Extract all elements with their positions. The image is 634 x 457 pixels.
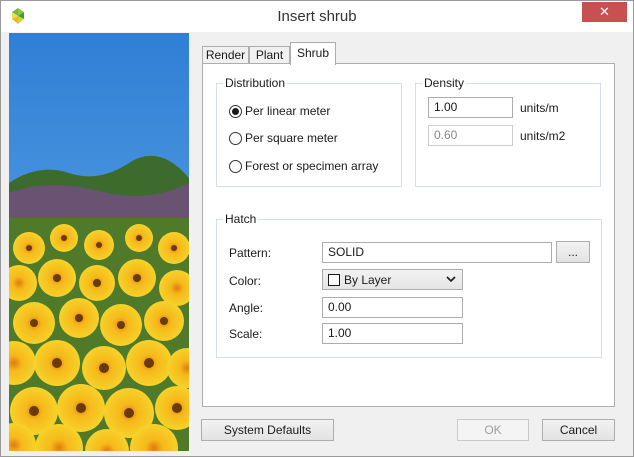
angle-label: Angle:	[229, 301, 264, 315]
close-button[interactable]: ✕	[582, 2, 627, 22]
radio-button-checked[interactable]	[229, 104, 242, 118]
shrub-preview-image	[9, 33, 189, 451]
density-group: Density 1.00 units/m 0.60 units/m2	[415, 76, 601, 187]
angle-input[interactable]: 0.00	[322, 297, 463, 318]
window-title: Insert shrub	[277, 8, 357, 25]
radio-button[interactable]	[229, 159, 242, 173]
close-icon: ✕	[599, 4, 610, 19]
density-linear-input[interactable]: 1.00	[428, 97, 513, 118]
system-defaults-button[interactable]: System Defaults	[201, 419, 334, 441]
radio-label: Forest or specimen array	[245, 159, 379, 173]
density-square-input[interactable]: 0.60	[428, 125, 513, 146]
distribution-group: Distribution Per linear meter Per square…	[216, 76, 402, 187]
density-linear-unit: units/m	[520, 101, 559, 115]
color-label: Color:	[229, 274, 262, 288]
pattern-label: Pattern:	[229, 246, 272, 260]
density-title: Density	[422, 76, 467, 90]
radio-label: Per linear meter	[245, 104, 331, 118]
color-value: By Layer	[344, 272, 392, 287]
radio-per-linear-meter[interactable]: Per linear meter	[229, 103, 330, 119]
density-square-unit: units/m2	[520, 129, 566, 143]
radio-per-square-meter[interactable]: Per square meter	[229, 130, 338, 146]
browse-pattern-button[interactable]: ...	[556, 241, 590, 263]
title-bar[interactable]: Insert shrub ✕	[1, 1, 633, 32]
color-swatch	[328, 273, 340, 286]
shrub-tab-panel: Distribution Per linear meter Per square…	[202, 63, 615, 407]
pattern-input[interactable]: SOLID	[322, 242, 552, 263]
cancel-button[interactable]: Cancel	[542, 419, 615, 441]
insert-shrub-dialog: Insert shrub ✕ Render Plant Shrub Distri…	[0, 0, 634, 457]
color-dropdown[interactable]: By Layer	[322, 269, 463, 290]
scale-input[interactable]: 1.00	[322, 323, 463, 344]
scale-label: Scale:	[229, 327, 263, 341]
hatch-group: Hatch Pattern: SOLID ... Color: By Layer…	[216, 212, 602, 358]
radio-forest-or-specimen-array[interactable]: Forest or specimen array	[229, 158, 378, 174]
tab-shrub[interactable]: Shrub	[290, 42, 336, 65]
distribution-title: Distribution	[223, 76, 288, 90]
radio-label: Per square meter	[245, 131, 338, 145]
ok-button[interactable]: OK	[457, 419, 529, 441]
radio-button[interactable]	[229, 131, 242, 145]
chevron-down-icon	[446, 276, 456, 283]
hatch-title: Hatch	[223, 212, 259, 226]
